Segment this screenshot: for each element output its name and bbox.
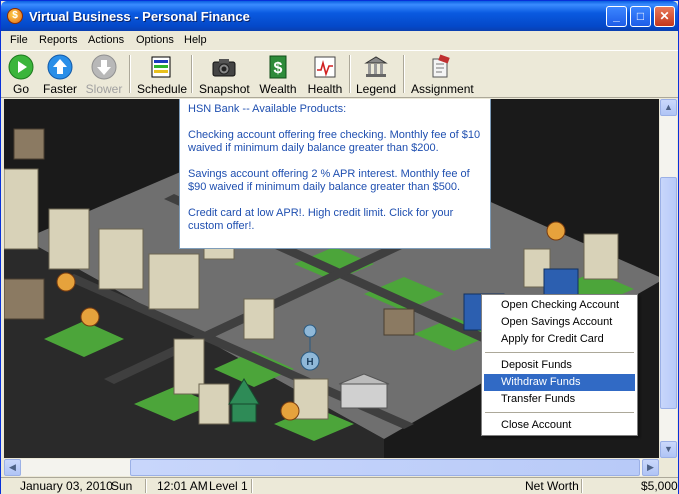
net-worth-label: Net Worth bbox=[525, 479, 579, 493]
menu-file[interactable]: File bbox=[10, 34, 28, 46]
faster-label: Faster bbox=[42, 82, 77, 96]
wealth-button[interactable]: $ Wealth bbox=[257, 54, 299, 96]
horizontal-scroll-thumb[interactable] bbox=[130, 459, 640, 476]
schedule-icon bbox=[151, 56, 171, 78]
schedule-button[interactable]: Schedule bbox=[137, 54, 188, 96]
snapshot-button[interactable]: Snapshot bbox=[199, 54, 250, 96]
assignment-button[interactable]: Assignment bbox=[411, 54, 474, 96]
go-label: Go bbox=[12, 82, 29, 96]
menu-open-checking-account[interactable]: Open Checking Account bbox=[484, 297, 635, 314]
menu-reports[interactable]: Reports bbox=[39, 34, 78, 46]
popup-checking-offer: Checking account offering free checking.… bbox=[188, 129, 481, 154]
toolbar-separator bbox=[403, 55, 405, 93]
menu-close-account[interactable]: Close Account bbox=[484, 417, 635, 434]
title-bar[interactable]: $ Virtual Business - Personal Finance _ … bbox=[1, 1, 678, 31]
app-dollar-icon[interactable]: $ bbox=[7, 8, 23, 24]
menu-transfer-funds[interactable]: Transfer Funds bbox=[484, 391, 635, 408]
toolbar-separator bbox=[349, 55, 351, 93]
close-button[interactable]: ✕ bbox=[654, 6, 675, 27]
slower-label: Slower bbox=[85, 82, 123, 96]
toolbar-separator bbox=[191, 55, 193, 93]
menu-withdraw-funds[interactable]: Withdraw Funds bbox=[484, 374, 635, 391]
vertical-scroll-thumb[interactable] bbox=[660, 177, 677, 409]
toolbar-separator bbox=[129, 55, 131, 93]
status-day: Sun bbox=[111, 479, 133, 493]
menu-deposit-funds[interactable]: Deposit Funds bbox=[484, 357, 635, 374]
app-window: $ Virtual Business - Personal Finance _ … bbox=[0, 0, 679, 494]
bank-building-icon bbox=[364, 56, 388, 77]
legend-label: Legend bbox=[355, 82, 397, 96]
health-chart-icon bbox=[314, 56, 336, 78]
bank-context-menu: Open Checking Account Open Savings Accou… bbox=[481, 294, 638, 436]
scroll-left-arrow-icon[interactable]: ◀ bbox=[4, 459, 21, 476]
window-title: Virtual Business - Personal Finance bbox=[29, 9, 250, 24]
snapshot-label: Snapshot bbox=[199, 82, 250, 96]
status-level: Level 1 bbox=[209, 479, 248, 493]
city-map-view[interactable]: H HSN Bank -- Available Products: Checki… bbox=[4, 99, 659, 458]
status-separator bbox=[581, 479, 583, 493]
wealth-label: Wealth bbox=[259, 82, 297, 96]
scroll-right-arrow-icon[interactable]: ▶ bbox=[642, 459, 659, 476]
maximize-button[interactable]: □ bbox=[630, 6, 651, 27]
menu-separator bbox=[485, 352, 634, 353]
bank-products-popup[interactable]: HSN Bank -- Available Products: Checking… bbox=[179, 99, 491, 249]
toolbar: Go Faster Slower Schedule Snapshot $ Wea… bbox=[1, 50, 678, 98]
vertical-scrollbar[interactable]: ▲ ▼ bbox=[660, 99, 677, 458]
menu-open-savings-account[interactable]: Open Savings Account bbox=[484, 314, 635, 331]
horizontal-scrollbar[interactable]: ◀ ▶ bbox=[4, 459, 659, 476]
status-date: January 03, 2010 bbox=[20, 479, 113, 493]
scroll-up-arrow-icon[interactable]: ▲ bbox=[660, 99, 677, 116]
svg-text:H: H bbox=[306, 357, 313, 368]
menu-options[interactable]: Options bbox=[136, 34, 174, 46]
popup-credit-offer[interactable]: Credit card at low APR!. High credit lim… bbox=[188, 207, 482, 233]
menu-apply-credit-card[interactable]: Apply for Credit Card bbox=[484, 331, 635, 348]
legend-button[interactable]: Legend bbox=[355, 54, 397, 96]
camera-icon bbox=[212, 59, 236, 77]
scroll-down-arrow-icon[interactable]: ▼ bbox=[660, 441, 677, 458]
status-separator bbox=[251, 479, 253, 493]
popup-heading: HSN Bank -- Available Products: bbox=[188, 103, 347, 115]
faster-button[interactable]: Faster bbox=[41, 54, 79, 96]
play-icon bbox=[8, 54, 34, 80]
net-worth-value: $5,000 bbox=[641, 479, 678, 493]
go-button[interactable]: Go bbox=[7, 54, 35, 96]
slower-button[interactable]: Slower bbox=[85, 54, 123, 96]
assignment-label: Assignment bbox=[411, 82, 474, 96]
status-bar: January 03, 2010 Sun 12:01 AM Level 1 Ne… bbox=[1, 477, 678, 494]
down-arrow-icon bbox=[91, 54, 117, 80]
popup-savings-offer: Savings account offering 2 % APR interes… bbox=[188, 168, 470, 193]
menu-separator bbox=[485, 412, 634, 413]
assignment-icon bbox=[432, 54, 450, 78]
wealth-dollar-icon: $ bbox=[269, 55, 287, 79]
minimize-button[interactable]: _ bbox=[606, 6, 627, 27]
health-button[interactable]: Health bbox=[305, 54, 345, 96]
status-separator bbox=[145, 479, 147, 493]
svg-text:$: $ bbox=[274, 60, 283, 77]
status-time: 12:01 AM bbox=[157, 479, 208, 493]
schedule-label: Schedule bbox=[137, 82, 188, 96]
up-arrow-icon bbox=[47, 54, 73, 80]
menu-actions[interactable]: Actions bbox=[88, 34, 124, 46]
menu-help[interactable]: Help bbox=[184, 34, 207, 46]
menu-bar: File Reports Actions Options Help bbox=[1, 31, 678, 49]
health-label: Health bbox=[307, 82, 343, 96]
